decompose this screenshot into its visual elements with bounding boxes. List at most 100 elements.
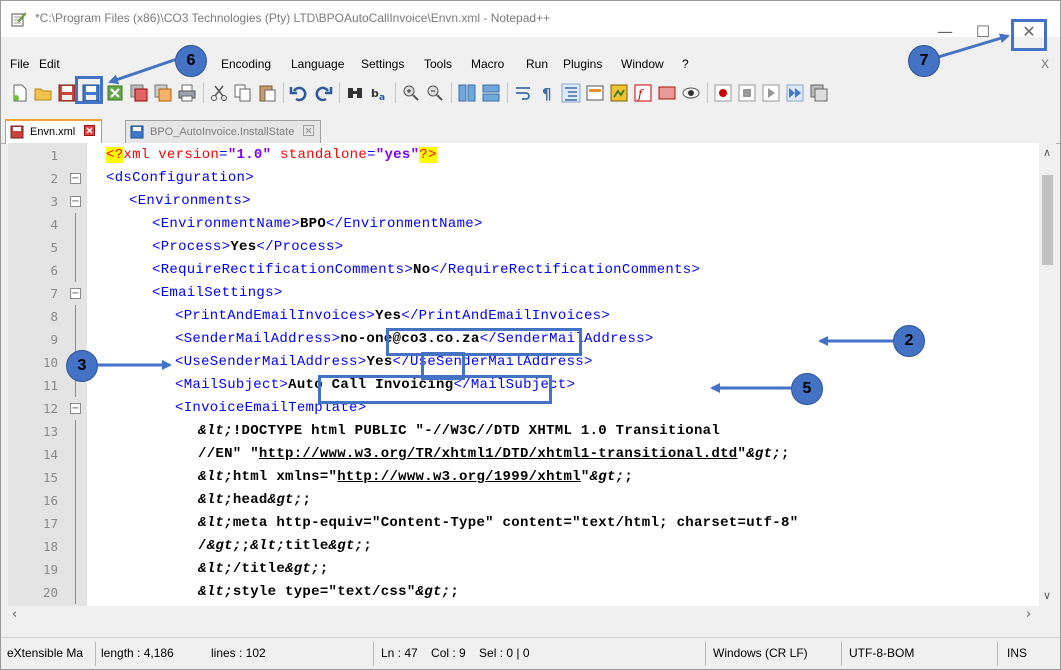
menu-encoding[interactable]: Encoding [221,57,271,71]
undo-icon[interactable] [289,83,309,103]
menu-macro[interactable]: Macro [471,57,504,71]
stop-macro-icon[interactable] [737,83,757,103]
close-tab-icon[interactable] [84,125,96,136]
run-macro-multiple-icon[interactable] [785,83,805,103]
status-position: Ln : 47 Col : 9 Sel : 0 | 0 [381,646,530,660]
horizontal-scrollbar[interactable]: ‹ › [8,606,1039,623]
line-number: 10 [42,355,58,370]
toolbar-separator [283,83,284,103]
document-map-icon[interactable] [609,83,629,103]
maximize-button[interactable]: ☐ [967,21,999,43]
close-document-button[interactable]: X [1041,57,1049,71]
menu-edit[interactable]: Edit [39,57,60,71]
line-number: 12 [42,401,58,416]
tab-bpo-autoinvoice-installstate[interactable]: BPO_AutoInvoice.InstallState [125,120,322,143]
code-token: <PrintAndEmailInvoices> [175,308,376,324]
code-token: &lt; [198,584,233,600]
folder-workspace-icon[interactable] [657,83,677,103]
find-icon[interactable] [345,83,365,103]
vertical-scroll-thumb[interactable] [1042,175,1053,265]
minimize-button[interactable]: — [929,21,961,43]
editor-line[interactable]: 2 − <dsConfiguration> [8,167,1039,190]
show-all-characters-icon[interactable]: ¶ [537,83,557,103]
code-text: /&gt;;&lt;title&gt;; [198,535,372,558]
tab-label: Envn.xml [30,126,76,138]
editor-line[interactable]: 5 <Process>Yes</Process> [8,236,1039,259]
menu-settings[interactable]: Settings [361,57,404,71]
menu-language[interactable]: Language [291,57,344,71]
editor-line[interactable]: 3 − <Environments> [8,190,1039,213]
step-badge-7: 7 [908,45,940,77]
save-icon[interactable] [57,83,77,103]
zoom-out-icon[interactable] [425,83,445,103]
replace-icon[interactable]: ba [369,83,389,103]
editor-line[interactable]: 6 <RequireRectificationComments>No</Requi… [8,259,1039,282]
menu-run[interactable]: Run [526,57,548,71]
line-number: 5 [50,240,58,255]
cut-icon[interactable] [209,83,229,103]
line-number: 2 [50,171,58,186]
menu-file[interactable]: File [10,57,29,71]
vertical-scrollbar[interactable]: ∧ ∨ [1039,143,1056,606]
print-icon[interactable] [177,83,197,103]
scroll-left-icon[interactable]: ‹ [12,607,17,622]
status-eol[interactable]: Windows (CR LF) [713,646,808,660]
status-separator [997,642,998,666]
copy-icon[interactable] [233,83,253,103]
fold-toggle-icon[interactable]: − [70,196,81,207]
editor-line[interactable]: 14 //EN" "http://www.w3.org/TR/xhtml1/DTD… [8,443,1039,466]
status-insert-mode[interactable]: INS [1007,646,1027,660]
status-separator [95,642,96,666]
tab-envn-xml[interactable]: Envn.xml [5,119,103,144]
fold-guide-line [75,535,76,558]
close-all-icon[interactable] [129,83,149,103]
editor-line[interactable]: 4 <EnvironmentName>BPO</EnvironmentName> [8,213,1039,236]
new-file-icon[interactable] [10,83,30,103]
close-tab-icon[interactable] [303,125,315,136]
editor-line[interactable]: 7 − <EmailSettings> [8,282,1039,305]
fold-toggle-icon[interactable]: − [70,403,81,414]
open-file-icon[interactable] [33,83,53,103]
menu-tools[interactable]: Tools [424,57,452,71]
editor-line[interactable]: 8 <PrintAndEmailInvoices>Yes</PrintAndEma… [8,305,1039,328]
status-encoding[interactable]: UTF-8-BOM [849,646,914,660]
editor-line[interactable]: 16 &lt;head&gt;; [8,489,1039,512]
record-macro-icon[interactable] [713,83,733,103]
sync-horizontal-icon[interactable] [481,83,501,103]
code-token: http://www.w3.org/1999/xhtml [337,469,581,485]
editor-line[interactable]: 18/&gt;;&lt;title&gt;; [8,535,1039,558]
close-others-icon[interactable] [153,83,173,103]
indent-guide-icon[interactable] [561,83,581,103]
menu-window[interactable]: Window [621,57,664,71]
scroll-down-icon[interactable]: ∨ [1043,589,1051,602]
sync-vertical-icon[interactable] [457,83,477,103]
editor-line[interactable]: 15 &lt;html xmlns="http://www.w3.org/1999… [8,466,1039,489]
code-text: <EnvironmentName>BPO</EnvironmentName> [152,213,483,236]
fold-toggle-icon[interactable]: − [70,173,81,184]
code-token: ; [624,469,634,485]
code-token: ?> [419,147,437,163]
close-file-icon[interactable] [105,83,125,103]
editor-line[interactable]: 13 &lt;!DOCTYPE html PUBLIC "-//W3C//DTD … [8,420,1039,443]
editor-line[interactable]: 17 &lt;meta http-equiv="Content-Type" con… [8,512,1039,535]
line-number: 3 [50,194,58,209]
menu-help[interactable]: ? [682,57,689,71]
play-macro-icon[interactable] [761,83,781,103]
fold-toggle-icon[interactable]: − [70,288,81,299]
word-wrap-icon[interactable] [513,83,533,103]
zoom-in-icon[interactable] [401,83,421,103]
monitoring-icon[interactable] [681,83,701,103]
scroll-right-icon[interactable]: › [1026,607,1031,622]
editor-line[interactable]: 1 <?xml version="1.0" standalone="yes"?> [8,144,1039,167]
line-number: 9 [50,332,58,347]
menu-plugins[interactable]: Plugins [563,57,602,71]
udl-icon[interactable] [585,83,605,103]
code-token: </RequireRectificationComments> [430,262,701,278]
function-list-icon[interactable]: f [633,83,653,103]
paste-icon[interactable] [257,83,277,103]
save-macro-icon[interactable] [809,83,829,103]
redo-icon[interactable] [313,83,333,103]
scroll-up-icon[interactable]: ∧ [1043,146,1051,159]
editor-line[interactable]: 20 &lt;style type="text/css"&gt;; [8,581,1039,604]
editor-line[interactable]: 19 &lt;/title&gt;; [8,558,1039,581]
